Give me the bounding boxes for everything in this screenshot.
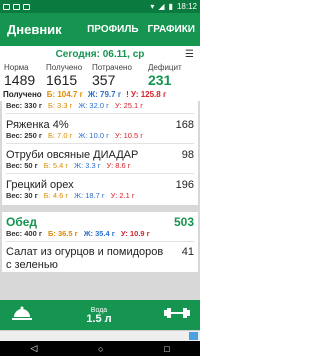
water-amount: 1.5 л (86, 313, 112, 325)
stat-value: 1615 (46, 72, 78, 88)
battery-icon: ▮ (168, 2, 173, 11)
carbs-value: ! У: 125.8 г (126, 90, 167, 99)
food-carbs: У: 2.1 г (110, 191, 135, 200)
food-item[interactable]: Ряженка 4% 168 Вес: 250 г Б: 7.0 г Ж: 10… (2, 114, 198, 144)
food-calories: 168 (175, 119, 194, 131)
received-macros: Получено Б: 104.7 г Ж: 79.7 г ! У: 125.8… (0, 88, 200, 101)
notification-icon (3, 3, 10, 10)
food-protein: Б: 5.4 г (43, 161, 69, 170)
food-weight: Вес: 250 г (6, 131, 42, 140)
food-item[interactable]: Вес: 330 г Б: 3.3 г Ж: 32.0 г У: 25.1 г (2, 101, 198, 114)
food-item[interactable]: Отруби овсяные ДИАДАР 98 Вес: 50 г Б: 5.… (2, 144, 198, 174)
date-label[interactable]: Сегодня: 06.11, ср (56, 49, 145, 60)
stat-header: Потрачено (92, 63, 132, 72)
food-protein: Б: 4.6 г (43, 191, 69, 200)
food-item-macros: Вес: 30 г Б: 4.6 г Ж: 18.7 г У: 2.1 г (6, 191, 194, 203)
home-icon[interactable]: ○ (98, 344, 103, 354)
meal-weight: Вес: 400 г (6, 229, 42, 238)
charts-button[interactable]: ГРАФИКИ (148, 24, 195, 35)
stat-header: Получено (46, 63, 83, 72)
meal-carbs: У: 10.9 г (120, 229, 150, 238)
meal-card[interactable]: Обед 503 Вес: 400 г Б: 36.5 г Ж: 35.4 г … (2, 212, 198, 272)
date-row[interactable]: Сегодня: 06.11, ср ☰ (0, 46, 200, 63)
food-weight: Вес: 330 г (6, 101, 42, 110)
list-menu-icon[interactable]: ☰ (185, 49, 194, 60)
water-button[interactable]: Вода 1.5 л (86, 306, 112, 325)
food-calories: 98 (181, 149, 194, 161)
status-time: 18:12 (176, 2, 197, 11)
profile-button[interactable]: ПРОФИЛЬ (87, 24, 138, 35)
meal-calories: 503 (173, 215, 194, 229)
food-fat: Ж: 10.0 г (78, 131, 109, 140)
food-calories: 196 (175, 179, 194, 191)
food-protein: Б: 7.0 г (47, 131, 73, 140)
wifi-icon: ▾ (150, 2, 155, 11)
stat-header: Норма (4, 63, 29, 72)
back-icon[interactable]: ◁ (30, 343, 37, 354)
food-name: Салат из огурцов и помидоров с зеленью (6, 246, 164, 271)
stat-value: 231 (148, 72, 172, 88)
food-item[interactable]: Салат из огурцов и помидоров с зеленью 4… (6, 242, 194, 272)
diary-list[interactable]: Вес: 330 г Б: 3.3 г Ж: 32.0 г У: 25.1 г … (0, 101, 200, 323)
food-weight: Вес: 50 г (6, 161, 38, 170)
stats-grid: Норма Получено Потрачено Дефицит 1489 16… (0, 63, 200, 88)
food-protein: Б: 3.3 г (47, 101, 73, 110)
food-carbs: У: 10.5 г (114, 131, 144, 140)
stat-header: Дефицит (148, 63, 182, 72)
stat-value: 357 (92, 72, 116, 88)
food-calories: 41 (181, 246, 194, 258)
food-fat: Ж: 18.7 г (74, 191, 105, 200)
food-carbs: У: 8.6 г (106, 161, 131, 170)
food-carbs: У: 25.1 г (114, 101, 144, 110)
food-item-macros: Вес: 250 г Б: 7.0 г Ж: 10.0 г У: 10.5 г (6, 131, 194, 144)
meal-dome-icon[interactable] (10, 305, 34, 326)
food-item-macros: Вес: 330 г Б: 3.3 г Ж: 32.0 г У: 25.1 г (6, 101, 194, 114)
fat-value: Ж: 79.7 г (87, 90, 122, 99)
recents-icon[interactable]: □ (164, 344, 169, 354)
app-title: Дневник (7, 22, 62, 37)
food-item[interactable]: Грецкий орех 196 Вес: 30 г Б: 4.6 г Ж: 1… (2, 174, 198, 205)
received-label: Получено (3, 90, 42, 99)
ad-banner[interactable] (0, 330, 200, 341)
system-nav-bar: ◁ ○ □ (0, 341, 200, 356)
food-fat: Ж: 3.3 г (74, 161, 101, 170)
food-item-macros: Вес: 50 г Б: 5.4 г Ж: 3.3 г У: 8.6 г (6, 161, 194, 174)
meal-protein: Б: 36.5 г (47, 229, 78, 238)
bottom-bar: Вода 1.5 л (0, 300, 200, 330)
notification-icon (13, 3, 20, 10)
meal-macros: Вес: 400 г Б: 36.5 г Ж: 35.4 г У: 10.9 г (6, 229, 194, 242)
protein-value: Б: 104.7 г (46, 90, 83, 99)
meal-fat: Ж: 35.4 г (83, 229, 115, 238)
food-fat: Ж: 32.0 г (78, 101, 109, 110)
food-weight: Вес: 30 г (6, 191, 38, 200)
notification-icon (23, 3, 30, 10)
meal-name: Обед (6, 215, 38, 229)
status-bar: ▾ ◢ ▮ 18:12 (0, 0, 200, 13)
app-bar: Дневник ПРОФИЛЬ ГРАФИКИ (0, 13, 200, 46)
stat-value: 1489 (4, 72, 36, 88)
ad-info-icon[interactable] (189, 332, 198, 340)
food-name: Ряженка 4% (6, 119, 69, 131)
signal-icon: ◢ (158, 2, 165, 11)
dumbbell-icon[interactable] (164, 306, 190, 324)
food-name: Отруби овсяные ДИАДАР (6, 149, 139, 161)
food-name: Грецкий орех (6, 179, 74, 191)
